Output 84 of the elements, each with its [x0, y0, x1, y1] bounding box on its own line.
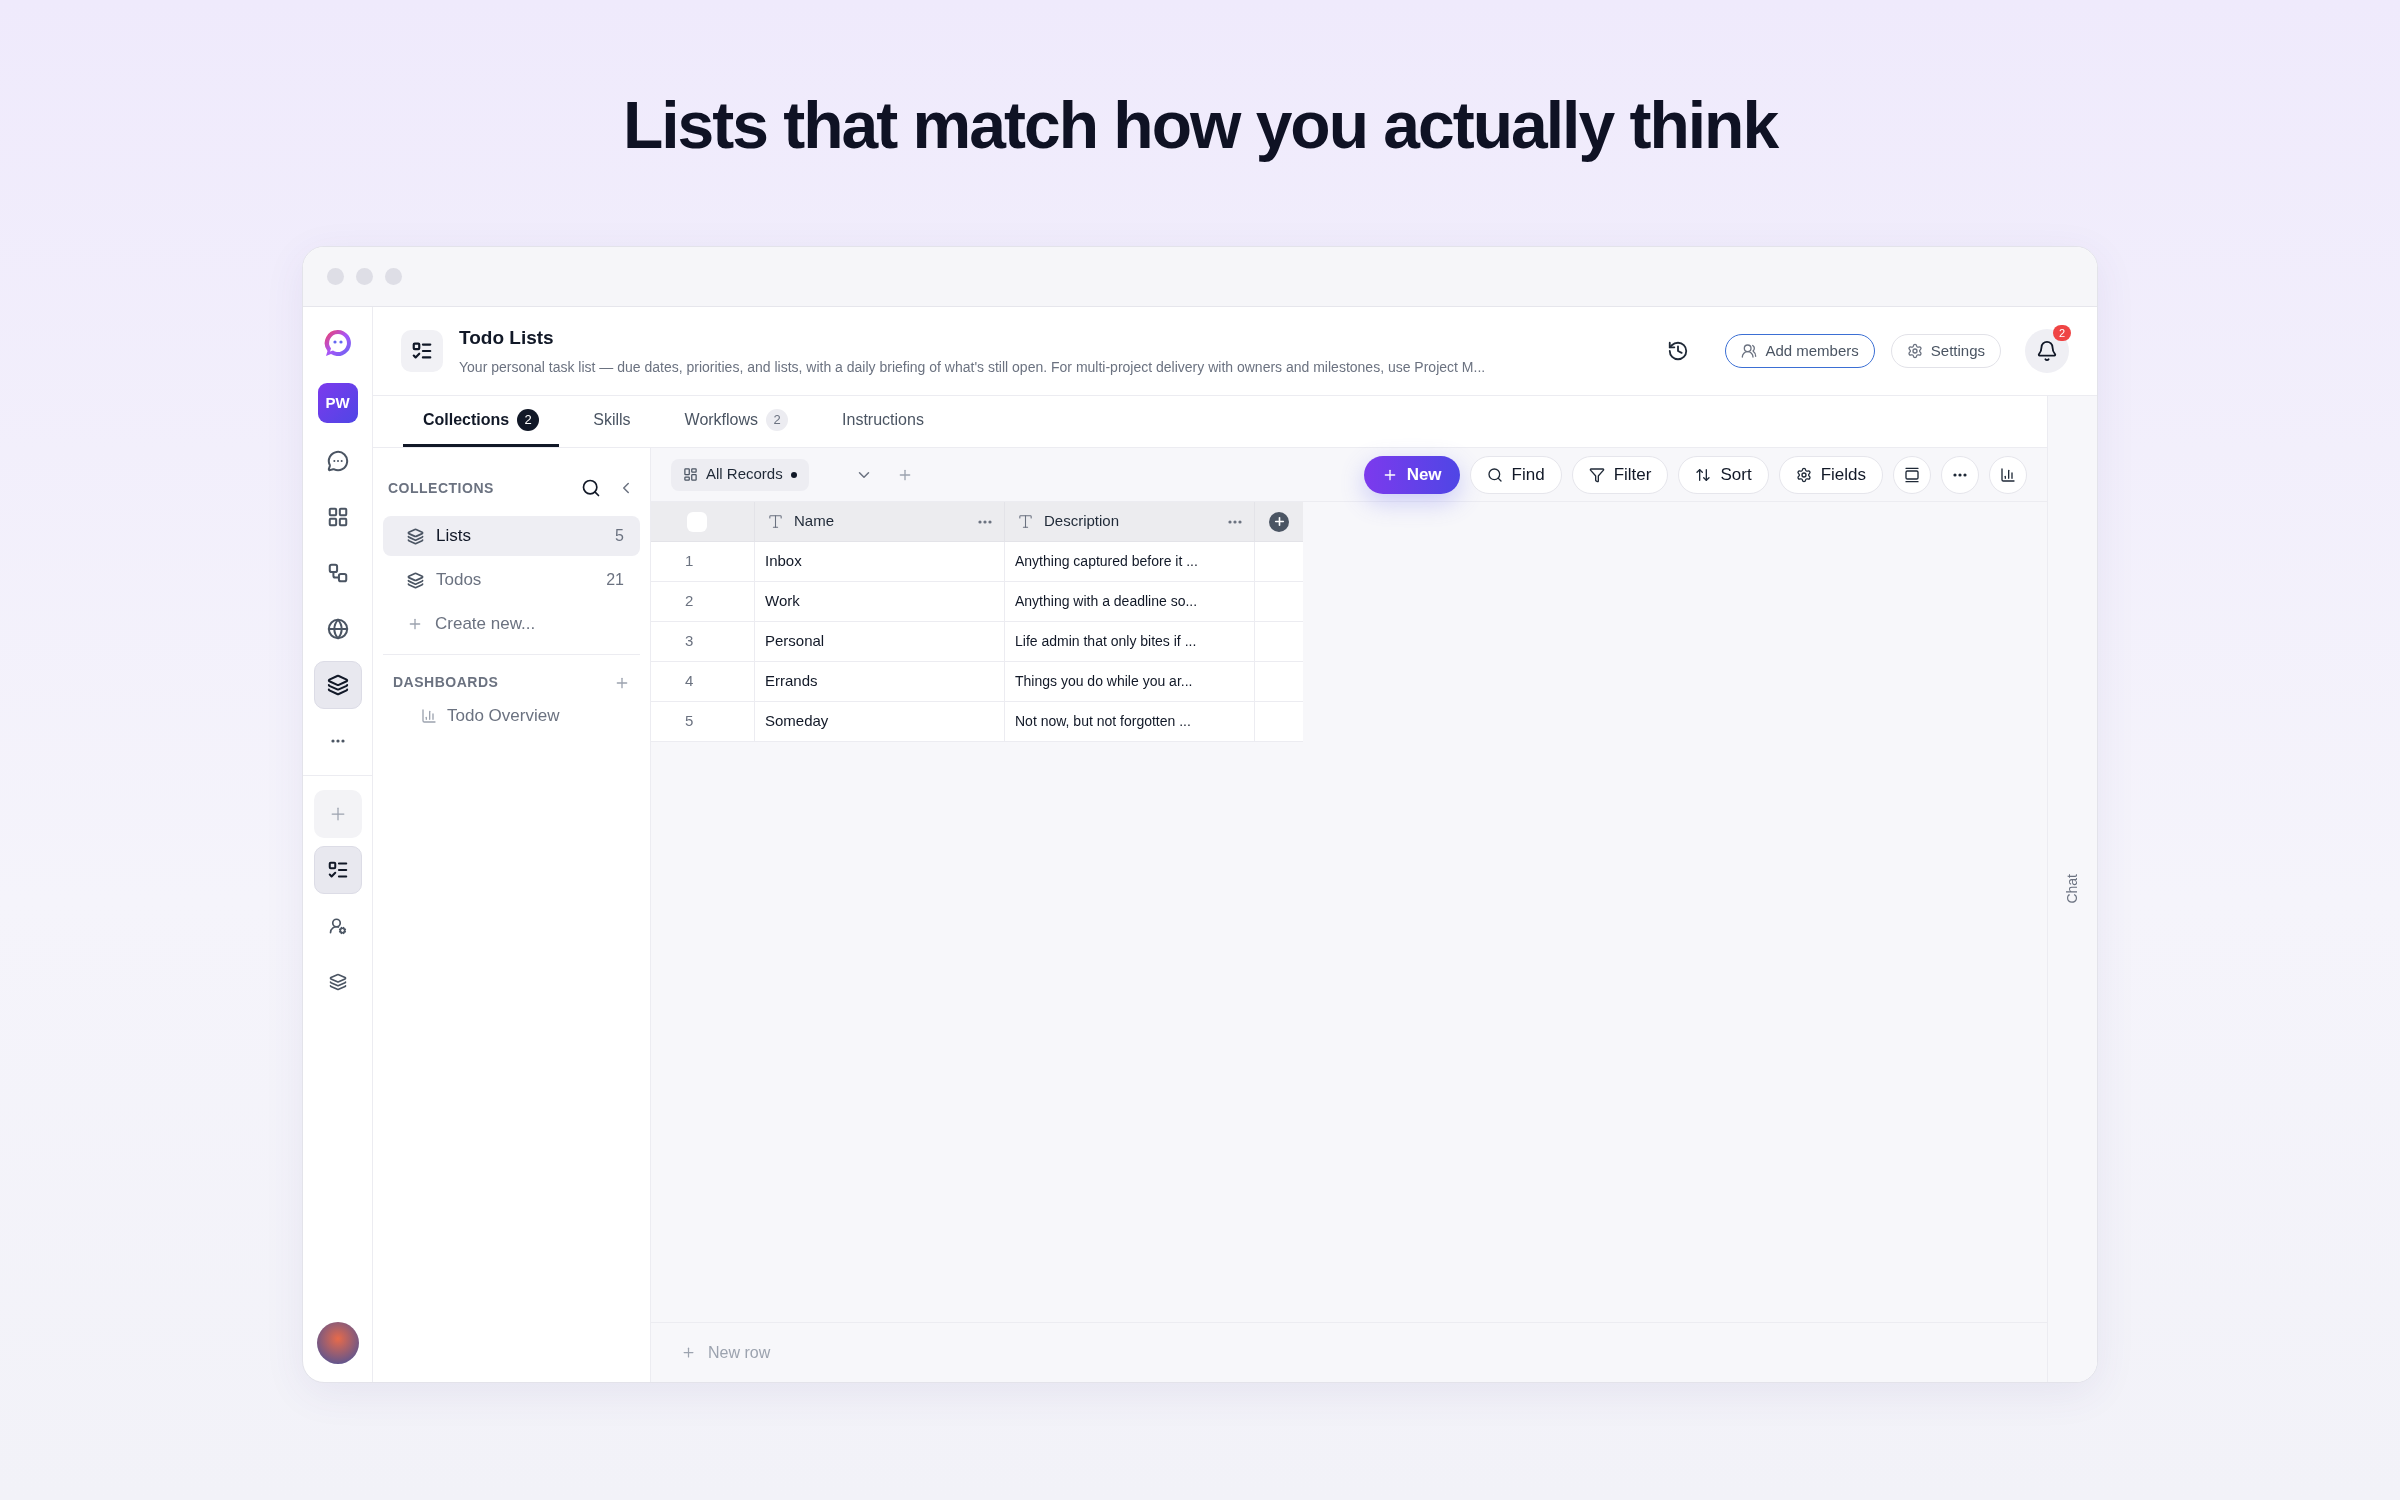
bar-chart-icon	[421, 708, 437, 724]
dashboard-item[interactable]: Todo Overview	[383, 698, 640, 734]
collection-label: Todos	[436, 569, 483, 592]
bell-icon	[2036, 340, 2058, 362]
table-cell: Someday	[755, 702, 1005, 741]
row-number: 5	[651, 702, 755, 741]
search-icon[interactable]	[581, 478, 601, 498]
history-icon[interactable]	[1667, 340, 1690, 362]
user-avatar[interactable]	[316, 1322, 359, 1364]
more-icon	[330, 739, 345, 743]
table-cell: Life admin that only bites if ...	[1005, 622, 1255, 661]
column-header[interactable]: Name	[755, 502, 1005, 541]
more-icon[interactable]	[978, 519, 992, 524]
chat-tab[interactable]: Chat	[2062, 874, 2083, 904]
search-icon	[1486, 466, 1503, 483]
rail-button[interactable]	[313, 661, 362, 709]
filter-button[interactable]: Filter	[1571, 455, 1669, 494]
row-number: 2	[651, 582, 755, 621]
plus-icon	[681, 1345, 696, 1360]
table-cell: Things you do while you ar...	[1005, 662, 1255, 701]
tab-count-badge: 2	[766, 408, 789, 431]
more-icon[interactable]	[1228, 519, 1242, 524]
collection-item[interactable]: Lists 5	[383, 516, 640, 556]
table-cell: Work	[755, 582, 1005, 621]
more-icon	[1953, 472, 1967, 477]
fields-button[interactable]: Fields	[1778, 455, 1883, 494]
rail-button[interactable]	[313, 846, 362, 894]
workspace-avatar[interactable]: PW	[317, 383, 358, 423]
layers-icon	[326, 674, 349, 696]
user-icon	[328, 917, 347, 935]
grid-icon	[683, 467, 698, 482]
row-height-button[interactable]	[1893, 455, 1931, 494]
collection-label: Lists	[436, 525, 472, 548]
row-number: 1	[651, 542, 755, 581]
checklist-icon	[411, 340, 433, 362]
table-cell: Anything captured before it ...	[1005, 542, 1255, 581]
collection-count: 21	[606, 570, 624, 590]
row-height-icon	[1904, 466, 1920, 483]
tab[interactable]: Skills	[573, 395, 651, 447]
text-type-icon	[1017, 513, 1034, 530]
table-cell: Anything with a deadline so...	[1005, 582, 1255, 621]
filter-icon	[1588, 466, 1605, 483]
page-description: Your personal task list — due dates, priorities, and lists, with a daily briefing of what's still open. For multi-project delivery with owners and milestones, use Project M...	[459, 357, 1487, 377]
sort-icon	[1695, 466, 1712, 483]
column-title: Description	[1044, 511, 1121, 532]
create-new-link[interactable]: Create new...	[383, 604, 640, 644]
collection-item[interactable]: Todos 21	[383, 560, 640, 600]
chart-button[interactable]	[1989, 455, 2027, 494]
text-type-icon	[767, 513, 784, 530]
globe-icon	[326, 618, 349, 640]
table-cell: Inbox	[755, 542, 1005, 581]
column-title: Name	[794, 511, 835, 532]
notification-badge: 2	[2053, 325, 2071, 341]
layers-icon	[407, 571, 424, 589]
add-column-button[interactable]	[1269, 511, 1289, 532]
plus-icon	[407, 616, 423, 632]
chat-icon	[326, 450, 349, 472]
row-number: 3	[651, 622, 755, 661]
bar-chart-icon	[2000, 466, 2016, 483]
page-title: Todo Lists	[459, 326, 555, 351]
find-button[interactable]: Find	[1469, 455, 1562, 494]
plus-icon	[1272, 515, 1286, 528]
column-header[interactable]: Description	[1005, 502, 1255, 541]
tab-count-badge: 2	[517, 408, 540, 431]
collection-count: 5	[615, 526, 624, 546]
tab[interactable]: Collections 2	[403, 395, 560, 447]
table-cell: Errands	[755, 662, 1005, 701]
layers-icon	[407, 527, 424, 545]
row-number: 4	[651, 662, 755, 701]
view-tab[interactable]: All Records	[671, 458, 809, 491]
tab[interactable]: Workflows 2	[664, 395, 809, 447]
section-heading: DASHBOARDS	[393, 673, 500, 692]
grid-icon	[326, 506, 349, 528]
section-heading: COLLECTIONS	[388, 478, 495, 498]
settings-icon	[1906, 343, 1923, 359]
flow-icon	[326, 562, 349, 584]
sort-button[interactable]: Sort	[1678, 455, 1769, 494]
users-icon	[1741, 343, 1758, 359]
tab[interactable]: Instructions	[822, 395, 944, 447]
gear-icon	[1795, 466, 1812, 483]
layers-icon	[328, 973, 347, 991]
new-button[interactable]: New	[1363, 455, 1460, 494]
table-cell: Not now, but not forgotten ...	[1005, 702, 1255, 741]
table-cell: Personal	[755, 622, 1005, 661]
